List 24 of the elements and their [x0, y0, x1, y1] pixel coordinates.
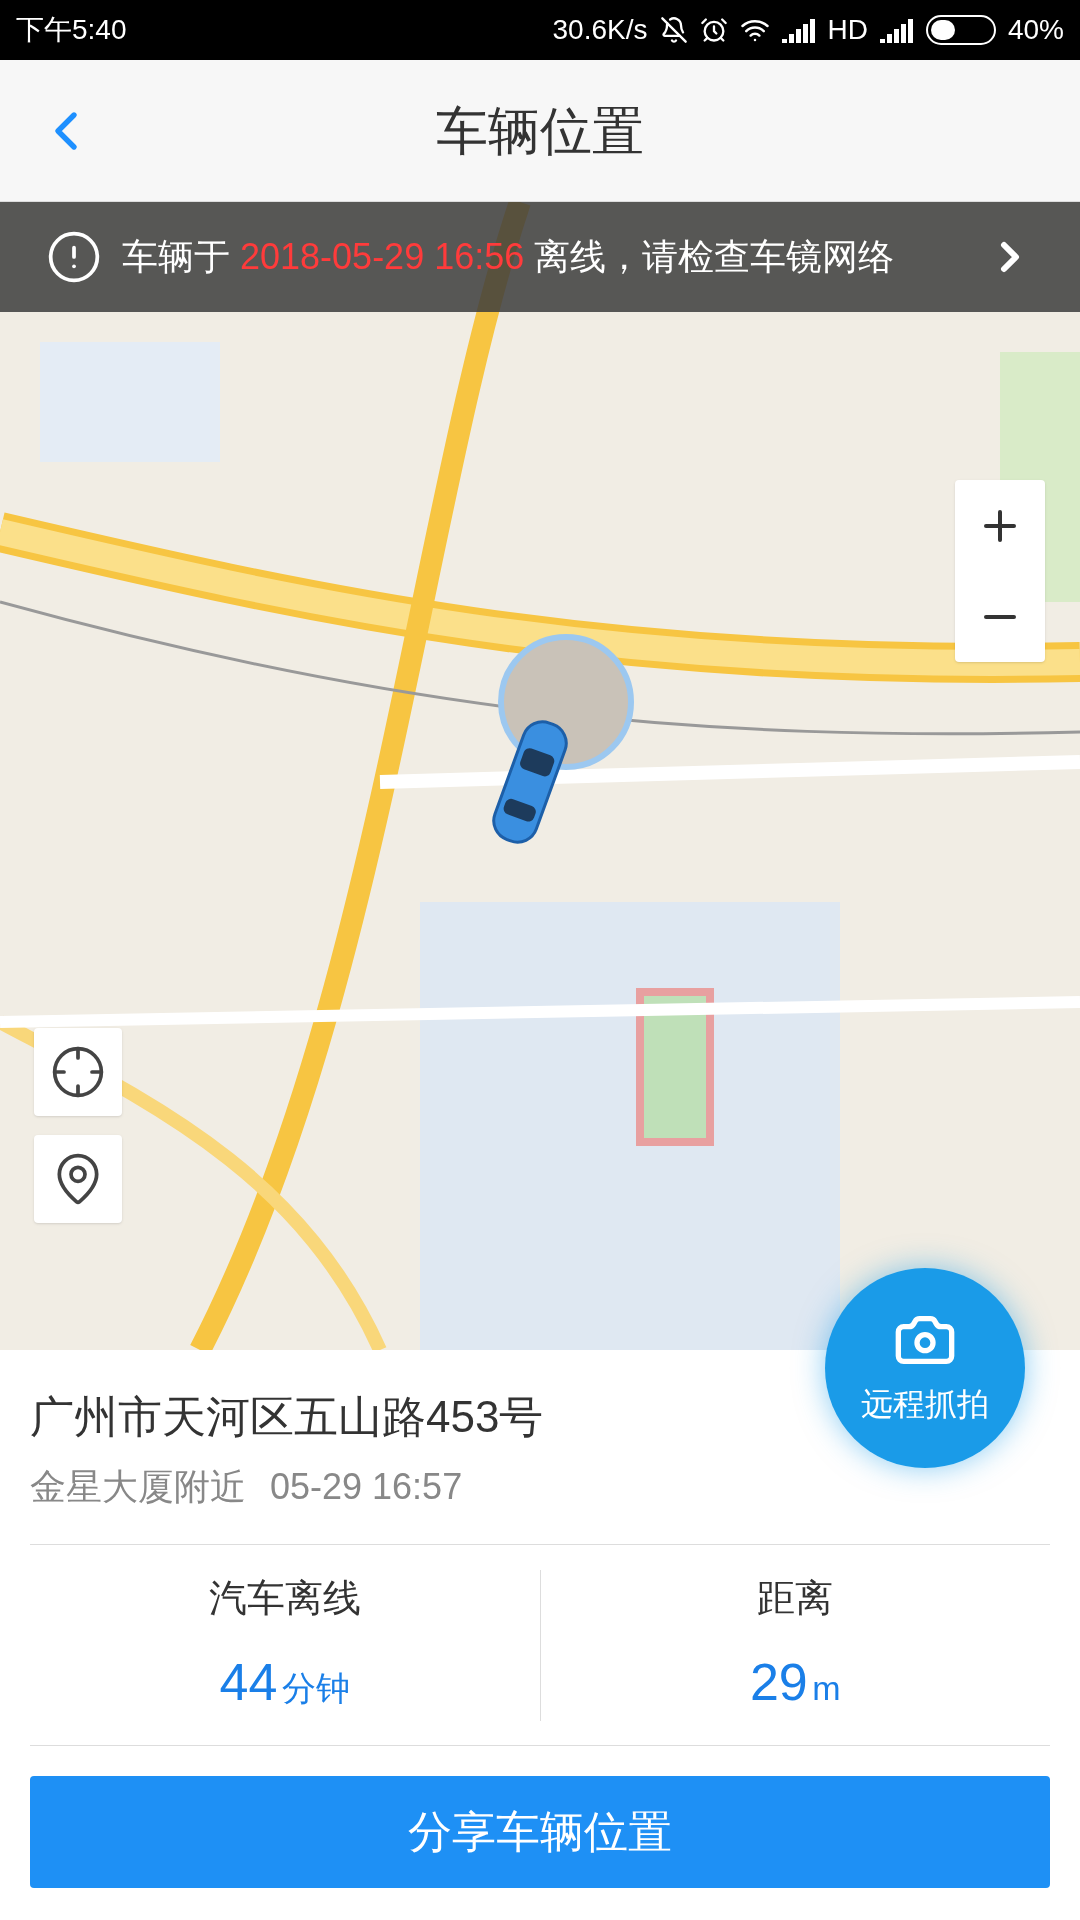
- offline-banner[interactable]: 车辆于 2018-05-29 16:56 离线，请检查车镜网络: [0, 202, 1080, 312]
- battery-icon: [925, 15, 996, 45]
- status-time: 下午5:40: [16, 13, 127, 47]
- nearby-landmark: 金星大厦附近: [30, 1465, 246, 1509]
- locate-button[interactable]: [34, 1028, 122, 1116]
- alert-icon: [46, 229, 102, 285]
- signal-icon: [879, 17, 914, 43]
- page-title: 车辆位置: [436, 100, 644, 162]
- alarm-icon: [699, 16, 728, 44]
- stat-label: 距离: [757, 1575, 834, 1621]
- stat-value: 29 m: [749, 1651, 841, 1713]
- network-type: HD: [827, 13, 868, 47]
- address: 广州市天河区五山路453号: [30, 1391, 544, 1443]
- share-location-button[interactable]: 分享车辆位置: [30, 1776, 1050, 1888]
- stat-label: 汽车离线: [208, 1575, 361, 1621]
- update-time: 05-29 16:57: [270, 1465, 463, 1509]
- vehicle-locate-button[interactable]: [34, 1135, 122, 1223]
- stat-value: 44分钟: [219, 1651, 350, 1713]
- offline-message: 车辆于 2018-05-29 16:56 离线，请检查车镜网络: [122, 235, 896, 279]
- bell-off-icon: [659, 16, 688, 44]
- network-speed: 30.6K/s: [552, 13, 648, 47]
- battery-level: 40%: [1007, 13, 1064, 47]
- signal-icon: [781, 17, 816, 43]
- crosshair-icon: [50, 1044, 106, 1100]
